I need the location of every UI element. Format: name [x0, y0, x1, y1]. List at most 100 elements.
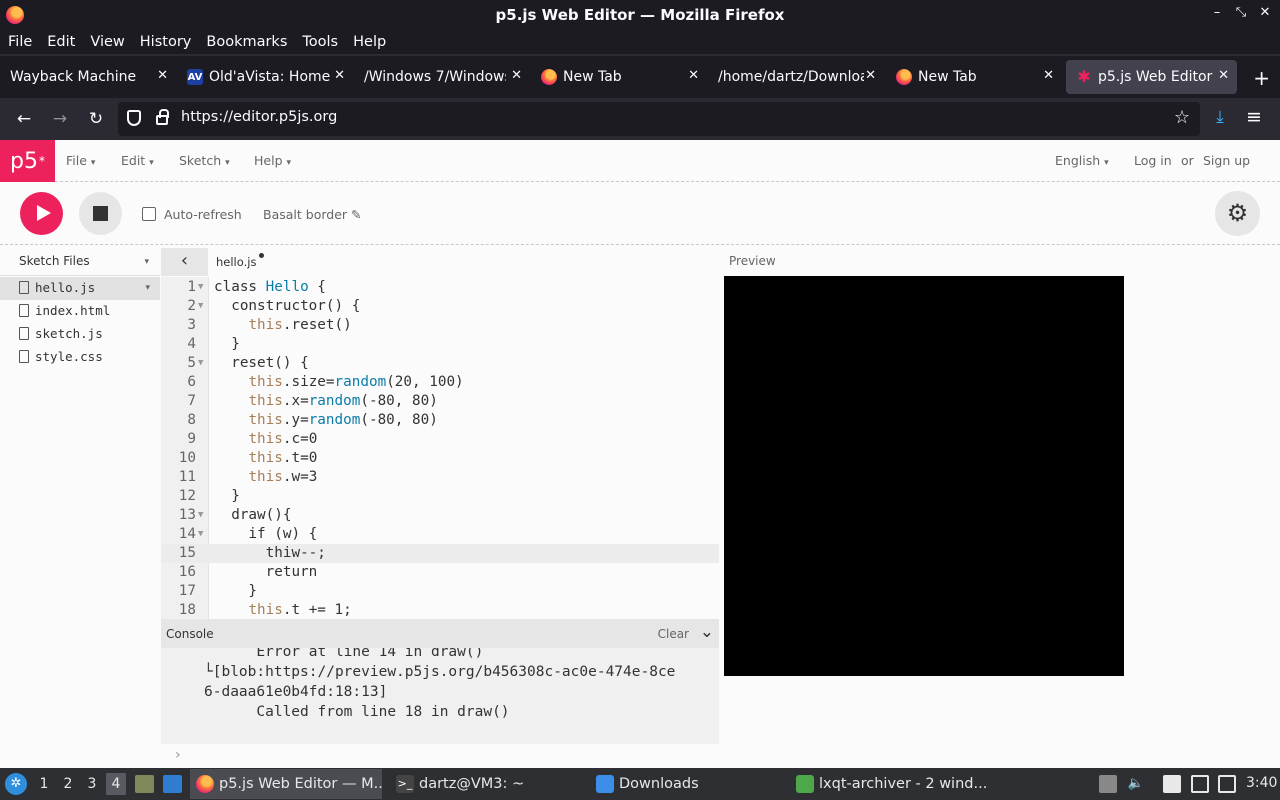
code-line[interactable]: 15 thiw--;	[161, 544, 719, 563]
code-line[interactable]: 10 this.t=0	[161, 449, 719, 468]
url-text[interactable]: https://editor.p5js.org	[181, 109, 337, 125]
tab-new-tab-2[interactable]: New Tab ✕	[886, 60, 1062, 94]
fold-arrow-icon[interactable]: ▼	[198, 297, 203, 316]
show-desktop-icon[interactable]	[135, 775, 154, 793]
stop-button[interactable]	[79, 192, 122, 235]
tab-windows-7[interactable]: /Windows 7/Windows ✕	[354, 60, 530, 94]
file-item-style-css[interactable]: style.css	[0, 346, 160, 369]
back-button[interactable]: ←	[13, 108, 35, 130]
fold-arrow-icon[interactable]: ▼	[198, 525, 203, 544]
volume-icon[interactable]: 🔈	[1127, 775, 1145, 793]
code-line[interactable]: 6 this.size=random(20, 100)	[161, 373, 719, 392]
sketch-name[interactable]: Basalt border ✎	[263, 207, 361, 222]
code-line[interactable]: 14 ▼ if (w) {	[161, 525, 719, 544]
desktop-4-button[interactable]: 4	[106, 773, 126, 795]
close-icon[interactable]: ✕	[157, 68, 168, 83]
code-line[interactable]: 13 ▼ draw(){	[161, 506, 719, 525]
close-icon[interactable]: ✕	[1218, 68, 1229, 83]
fold-arrow-icon[interactable]: ▼	[198, 354, 203, 373]
reload-button[interactable]: ↻	[85, 108, 107, 130]
chevron-down-icon[interactable]: ▾	[145, 283, 150, 293]
task-archiver[interactable]: lxqt-archiver - 2 wind...	[790, 769, 986, 799]
close-icon[interactable]: ✕	[865, 68, 876, 83]
collapse-sidebar-button[interactable]: ‹	[161, 248, 208, 276]
p5-menu-help[interactable]: Help ▾	[254, 153, 291, 168]
p5-menu-edit[interactable]: Edit ▾	[121, 153, 154, 168]
desktop-2-button[interactable]: 2	[58, 773, 78, 795]
task-firefox[interactable]: p5.js Web Editor — M...	[190, 769, 382, 799]
clipboard-icon[interactable]	[1163, 775, 1181, 793]
file-item-index-html[interactable]: index.html	[0, 300, 160, 323]
console-input[interactable]: ›	[161, 744, 719, 768]
task-downloads[interactable]: Downloads	[590, 769, 786, 799]
close-icon[interactable]: ✕	[688, 68, 699, 83]
p5-logo[interactable]: p5 *	[0, 140, 55, 182]
tab-p5js-web-editor[interactable]: ✱ p5.js Web Editor ✕	[1066, 60, 1237, 94]
code-line[interactable]: 16 return	[161, 563, 719, 582]
code-editor[interactable]: 1 ▼ class Hello {2 ▼ constructor() {3 this.…	[161, 277, 719, 620]
auto-refresh-label[interactable]: Auto-refresh	[164, 207, 242, 222]
tracking-protection-icon[interactable]	[127, 110, 141, 126]
screen-icon[interactable]	[1191, 775, 1209, 793]
forward-button[interactable]: →	[49, 108, 71, 130]
auto-refresh-checkbox[interactable]	[142, 207, 156, 221]
bookmark-star-icon[interactable]: ☆	[1174, 107, 1190, 128]
code-line[interactable]: 2 ▼ constructor() {	[161, 297, 719, 316]
file-item-sketch-js[interactable]: sketch.js	[0, 323, 160, 346]
login-link[interactable]: Log in	[1134, 153, 1172, 168]
p5-menu-file[interactable]: File ▾	[66, 153, 95, 168]
code-line[interactable]: 1 ▼ class Hello {	[161, 278, 719, 297]
file-manager-icon[interactable]	[163, 775, 182, 793]
network-icon[interactable]	[1218, 775, 1236, 793]
signup-link[interactable]: Sign up	[1203, 153, 1250, 168]
start-menu-icon[interactable]: ✲	[5, 773, 27, 795]
code-line[interactable]: 4 }	[161, 335, 719, 354]
keyboard-indicator-icon[interactable]	[1099, 775, 1117, 793]
lock-icon[interactable]	[156, 109, 169, 125]
tab-old-avista[interactable]: AV Old'aVista: Home ✕	[177, 60, 353, 94]
desktop-3-button[interactable]: 3	[82, 773, 102, 795]
p5-menu-sketch[interactable]: Sketch ▾	[179, 153, 230, 168]
hamburger-menu-icon[interactable]: ≡	[1246, 106, 1262, 128]
menu-bookmarks[interactable]: Bookmarks	[206, 34, 287, 50]
tab-home-downloads[interactable]: /home/dartz/Downloa ✕	[708, 60, 884, 94]
settings-gear-icon[interactable]: ⚙	[1215, 191, 1260, 236]
code-line[interactable]: 18 this.t += 1;	[161, 601, 719, 620]
console-clear-button[interactable]: Clear	[658, 627, 689, 641]
menu-help[interactable]: Help	[353, 34, 386, 50]
menu-history[interactable]: History	[140, 34, 192, 50]
close-icon[interactable]: ✕	[1043, 68, 1054, 83]
code-line[interactable]: 9 this.c=0	[161, 430, 719, 449]
fold-arrow-icon[interactable]: ▼	[198, 506, 203, 525]
chevron-down-icon[interactable]: ▾	[144, 257, 149, 267]
tab-wayback-machine[interactable]: Wayback Machine ✕	[0, 60, 176, 94]
maximize-button[interactable]: ⤡	[1234, 5, 1248, 20]
close-icon[interactable]: ✕	[334, 68, 345, 83]
new-tab-button[interactable]: +	[1253, 66, 1270, 90]
task-terminal[interactable]: >_ dartz@VM3: ~	[390, 769, 586, 799]
file-item-hello-js[interactable]: hello.js ▾	[0, 277, 160, 300]
code-line[interactable]: 17 }	[161, 582, 719, 601]
preview-canvas[interactable]	[724, 276, 1124, 676]
menu-edit[interactable]: Edit	[47, 34, 75, 50]
menu-view[interactable]: View	[90, 34, 124, 50]
chevron-down-icon[interactable]: ⌄	[700, 622, 714, 642]
fold-arrow-icon[interactable]: ▼	[198, 278, 203, 297]
code-line[interactable]: 11 this.w=3	[161, 468, 719, 487]
code-line[interactable]: 8 this.y=random(-80, 80)	[161, 411, 719, 430]
desktop-1-button[interactable]: 1	[34, 773, 54, 795]
code-line[interactable]: 5 ▼ reset() {	[161, 354, 719, 373]
url-bar[interactable]: https://editor.p5js.org ☆	[118, 102, 1200, 136]
close-icon[interactable]: ✕	[511, 68, 522, 83]
menu-tools[interactable]: Tools	[302, 34, 338, 50]
code-line[interactable]: 3 this.reset()	[161, 316, 719, 335]
language-select[interactable]: English ▾	[1055, 153, 1109, 168]
tab-new-tab-1[interactable]: New Tab ✕	[531, 60, 707, 94]
play-button[interactable]	[20, 192, 63, 235]
menu-file[interactable]: File	[8, 34, 32, 50]
download-icon[interactable]: ⤓	[1210, 107, 1230, 129]
minimize-button[interactable]: –	[1210, 5, 1224, 20]
code-line[interactable]: 12 }	[161, 487, 719, 506]
code-line[interactable]: 7 this.x=random(-80, 80)	[161, 392, 719, 411]
close-window-button[interactable]: ✕	[1258, 5, 1272, 20]
